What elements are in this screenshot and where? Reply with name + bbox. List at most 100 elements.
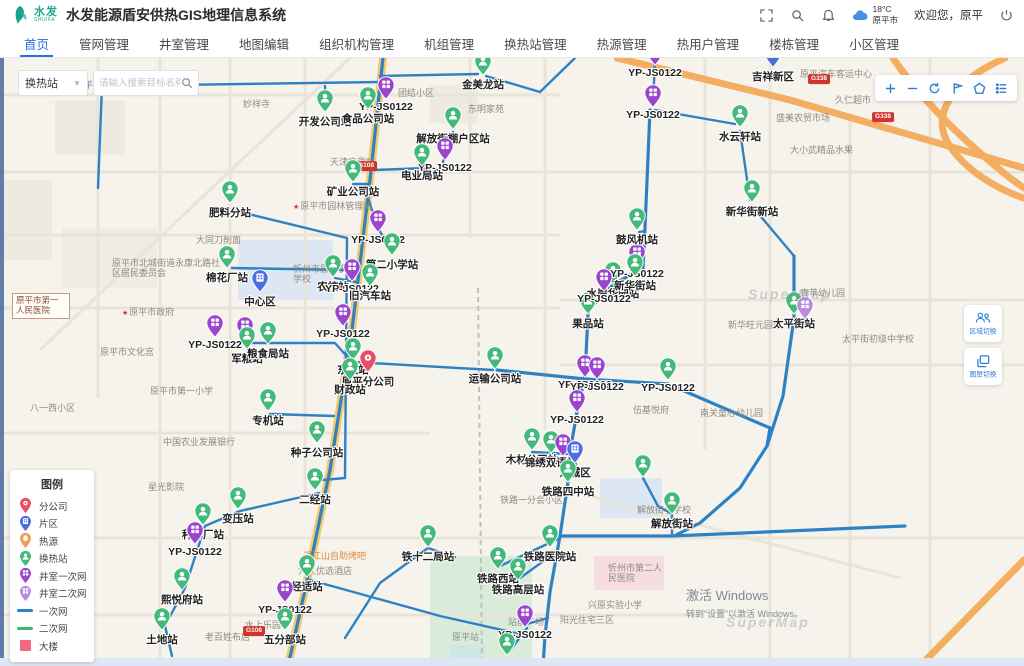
legend-title: 图例 xyxy=(17,476,87,492)
weather-temp: 18°C xyxy=(872,4,898,15)
map-marker-area[interactable] xyxy=(764,58,782,68)
nav-tab-5[interactable]: 机组管理 xyxy=(424,30,474,57)
map-marker-hx[interactable] xyxy=(474,58,492,76)
map-marker-label: 五分部站 xyxy=(264,632,306,647)
map-marker-hx[interactable] xyxy=(359,86,377,110)
bottom-strip xyxy=(0,658,1024,666)
nav-tab-9[interactable]: 楼栋管理 xyxy=(769,30,819,57)
map-marker-well1[interactable] xyxy=(334,303,352,327)
map-marker-hx[interactable] xyxy=(731,104,749,128)
map-marker-label: 新华街站 xyxy=(614,278,656,293)
map-marker-hx[interactable] xyxy=(498,632,516,656)
map-marker-well1[interactable] xyxy=(377,76,395,100)
map-marker-branch[interactable] xyxy=(359,349,377,373)
map-marker-well1[interactable] xyxy=(206,314,224,338)
map-marker-hx[interactable] xyxy=(324,254,342,278)
map-marker-label: 棉花厂站 xyxy=(206,270,248,285)
map-marker-hx[interactable] xyxy=(229,486,247,510)
map-marker-hx[interactable] xyxy=(344,159,362,183)
map-marker-hx[interactable] xyxy=(559,459,577,483)
nav-tab-2[interactable]: 井室管理 xyxy=(159,30,209,57)
nav-tab-6[interactable]: 换热站管理 xyxy=(504,30,567,57)
legend-item-6: 一次网 xyxy=(17,602,87,620)
map-marker-hx[interactable] xyxy=(259,388,277,412)
search-icon[interactable] xyxy=(181,77,193,89)
map-marker-well1[interactable] xyxy=(644,84,662,108)
bell-icon[interactable] xyxy=(821,8,836,23)
map-marker-hx[interactable] xyxy=(523,427,541,451)
logout-icon[interactable] xyxy=(999,8,1014,23)
legend-item-1: 片区 xyxy=(17,515,87,533)
map-canvas[interactable]: 原平实达中学妙祥寺团结小区东明家苑天津童涮坊★原平市园林管理站大同刀削面忻州市原… xyxy=(0,58,1024,666)
layer-list-button[interactable] xyxy=(992,77,1012,99)
zoom-out-button[interactable] xyxy=(902,77,922,99)
map-marker-hx[interactable] xyxy=(259,321,277,345)
map-marker-well1[interactable] xyxy=(276,579,294,603)
map-marker-hx[interactable] xyxy=(276,607,294,631)
map-marker-label: YP-JS0122 xyxy=(188,339,242,351)
nav-tab-8[interactable]: 热用户管理 xyxy=(677,30,740,57)
logo-text-en: SHUIFA xyxy=(34,18,58,23)
map-marker-well1[interactable] xyxy=(568,389,586,413)
legend-label: 二次网 xyxy=(39,621,68,635)
legend-label: 换热站 xyxy=(39,551,68,565)
reset-view-button[interactable] xyxy=(925,77,945,99)
measure-button[interactable] xyxy=(947,77,967,99)
map-marker-well1[interactable] xyxy=(343,258,361,282)
map-marker-hx[interactable] xyxy=(489,546,507,570)
search-input[interactable] xyxy=(99,78,181,89)
legend-item-2: 热源 xyxy=(17,532,87,550)
map-marker-hx[interactable] xyxy=(173,567,191,591)
nav-tab-10[interactable]: 小区管理 xyxy=(849,30,899,57)
area-switch-button[interactable]: 区域切换 xyxy=(964,305,1002,342)
nav-tab-4[interactable]: 组织机构管理 xyxy=(319,30,394,57)
map-marker-well1[interactable] xyxy=(436,137,454,161)
map-marker-hx[interactable] xyxy=(628,207,646,231)
search-category-value: 换热站 xyxy=(25,75,58,91)
map-marker-area[interactable] xyxy=(251,269,269,293)
map-marker-hx[interactable] xyxy=(221,180,239,204)
map-marker-hx[interactable] xyxy=(444,106,462,130)
map-marker-hx[interactable] xyxy=(383,232,401,256)
search-category-select[interactable]: 换热站 ▼ xyxy=(18,70,88,96)
map-marker-hx[interactable] xyxy=(626,253,644,277)
map-marker-hx[interactable] xyxy=(316,89,334,113)
map-marker-hx[interactable] xyxy=(541,524,559,548)
map-marker-hx[interactable] xyxy=(308,420,326,444)
map-marker-well1[interactable] xyxy=(186,521,204,545)
map-marker-hx[interactable] xyxy=(663,491,681,515)
map-marker-hx[interactable] xyxy=(153,607,171,631)
nav-tab-0[interactable]: 首页 xyxy=(24,30,49,57)
map-marker-label: 金美龙站 xyxy=(462,77,504,92)
legend-item-4: 井室一次网 xyxy=(17,567,87,585)
nav-tab-7[interactable]: 热源管理 xyxy=(597,30,647,57)
layer-switch-button[interactable]: 图层切换 xyxy=(964,348,1002,385)
map-marker-hx[interactable] xyxy=(306,467,324,491)
search-icon[interactable] xyxy=(790,8,805,23)
map-marker-label: 土地站 xyxy=(146,632,178,647)
map-marker-hx[interactable] xyxy=(509,557,527,581)
map-marker-hx[interactable] xyxy=(298,554,316,578)
map-marker-well1[interactable] xyxy=(369,209,387,233)
map-marker-hx[interactable] xyxy=(361,263,379,287)
map-marker-hx[interactable] xyxy=(413,143,431,167)
map-marker-hx[interactable] xyxy=(634,454,652,478)
nav-tab-3[interactable]: 地图编辑 xyxy=(239,30,289,57)
draw-polygon-button[interactable] xyxy=(969,77,989,99)
map-marker-well1[interactable] xyxy=(646,58,664,66)
map-marker-label: YP-JS0122 xyxy=(577,293,631,305)
map-marker-hx[interactable] xyxy=(743,179,761,203)
map-marker-hx[interactable] xyxy=(419,524,437,548)
map-marker-hx[interactable] xyxy=(486,346,504,370)
map-marker-hx[interactable] xyxy=(659,357,677,381)
fullscreen-icon[interactable] xyxy=(759,8,774,23)
activation-line1: 激活 Windows xyxy=(686,585,803,604)
nav-tab-1[interactable]: 管网管理 xyxy=(79,30,129,57)
layers-icon xyxy=(976,354,991,368)
legend-item-8: 大楼 xyxy=(17,637,87,655)
map-marker-well1[interactable] xyxy=(516,604,534,628)
map-marker-hx[interactable] xyxy=(218,245,236,269)
map-marker-hx[interactable] xyxy=(341,357,359,381)
zoom-in-button[interactable] xyxy=(880,77,900,99)
map-marker-well1[interactable] xyxy=(588,356,606,380)
